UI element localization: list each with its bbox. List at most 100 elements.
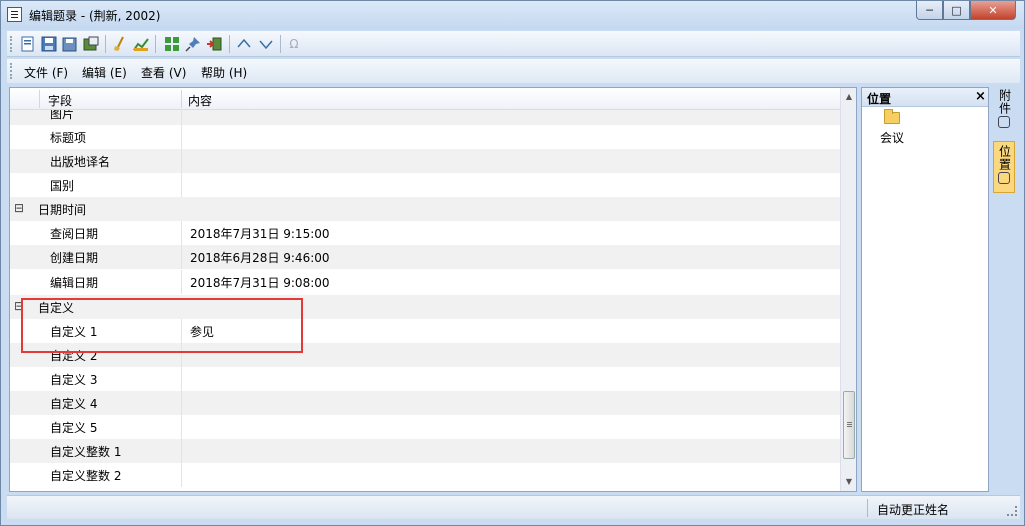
tab-attachments[interactable]: 附件 — [993, 89, 1015, 139]
field-value[interactable]: 2018年7月31日 9:15:00 — [190, 225, 330, 242]
toolbar-separator — [280, 35, 281, 53]
tab-location[interactable]: 位置 — [993, 141, 1015, 193]
group-row-custom[interactable]: ⊟ 自定义 — [10, 295, 840, 319]
table-row[interactable]: 自定义 4 — [10, 391, 840, 415]
panel-close-icon[interactable]: × — [975, 89, 986, 104]
close-button[interactable]: ✕ — [970, 1, 1016, 20]
header-content[interactable]: 内容 — [188, 92, 212, 109]
menu-help[interactable]: 帮助 (H) — [201, 64, 247, 81]
location-panel: 位置 × 会议 — [861, 87, 989, 492]
clear-icon[interactable] — [111, 35, 129, 53]
field-value[interactable]: 2018年7月31日 9:08:00 — [190, 274, 330, 291]
table-row[interactable]: 编辑日期 2018年7月31日 9:08:00 — [10, 270, 840, 294]
minimize-button[interactable]: ─ — [916, 1, 943, 20]
attachment-icon — [998, 116, 1010, 128]
vertical-scrollbar[interactable]: ▲ ▼ — [840, 88, 856, 491]
folder-icon[interactable] — [884, 109, 900, 124]
table-row[interactable]: 自定义整数 1 — [10, 439, 840, 463]
column-divider — [181, 319, 182, 343]
menu-grip[interactable] — [10, 63, 13, 79]
field-name: 图片 — [50, 110, 75, 121]
table-row[interactable]: 自定义 1 参见 — [10, 319, 840, 343]
table-row[interactable]: 自定义 3 — [10, 367, 840, 391]
column-divider — [181, 125, 182, 149]
header-field[interactable]: 字段 — [48, 92, 72, 109]
column-divider — [181, 463, 182, 487]
field-name: 标题项 — [50, 131, 87, 145]
menu-view[interactable]: 查看 (V) — [141, 64, 186, 81]
field-name: 自定义整数 1 — [50, 445, 122, 459]
field-name: 创建日期 — [50, 251, 99, 265]
export-icon[interactable] — [82, 35, 100, 53]
resize-grip[interactable] — [1007, 506, 1017, 516]
header-divider[interactable] — [181, 90, 182, 108]
scroll-thumb[interactable] — [843, 391, 855, 459]
status-divider — [867, 499, 868, 517]
column-divider — [181, 245, 182, 269]
grid-icon[interactable] — [163, 35, 181, 53]
table-row[interactable]: 创建日期 2018年6月28日 9:46:00 — [10, 245, 840, 269]
tree-item[interactable]: 会议 — [880, 129, 904, 146]
group-label: 自定义 — [38, 301, 75, 315]
editor-window: 编辑题录 - (荆新, 2002) ─ □ ✕ Ω 文件 (F) 编辑 (E) … — [0, 0, 1025, 526]
column-divider — [181, 149, 182, 173]
toolbar-separator — [155, 35, 156, 53]
tab-label: 位置 — [997, 145, 1012, 171]
column-divider — [181, 391, 182, 415]
list-icon — [7, 7, 22, 22]
menu-bar: 文件 (F) 编辑 (E) 查看 (V) 帮助 (H) — [7, 59, 1020, 83]
field-value[interactable]: 参见 — [190, 323, 214, 340]
column-divider — [181, 173, 182, 197]
new-record-icon[interactable] — [19, 35, 37, 53]
table-row[interactable]: 图片 — [10, 110, 840, 125]
grid-header: 字段 内容 — [10, 88, 840, 110]
menu-edit[interactable]: 编辑 (E) — [82, 64, 127, 81]
field-name: 出版地译名 — [50, 155, 111, 169]
field-name: 自定义 2 — [50, 349, 98, 363]
toolbar-separator — [229, 35, 230, 53]
maximize-button[interactable]: □ — [943, 1, 970, 20]
save-icon[interactable] — [40, 35, 58, 53]
column-divider — [181, 439, 182, 463]
omega-icon[interactable]: Ω — [285, 35, 303, 53]
panel-header: 位置 × — [862, 88, 988, 107]
field-name: 自定义 3 — [50, 373, 98, 387]
scroll-up-icon[interactable]: ▲ — [844, 92, 854, 102]
field-name: 查阅日期 — [50, 227, 99, 241]
grid-rows: 图片 标题项 出版地译名 国别 ⊟ 日期时间 查阅日期 2018年7月31日 9… — [10, 110, 840, 491]
import-icon[interactable] — [205, 35, 223, 53]
window-title: 编辑题录 - (荆新, 2002) — [29, 9, 161, 23]
field-value[interactable]: 2018年6月28日 9:46:00 — [190, 249, 330, 266]
toolbar-grip[interactable] — [10, 36, 13, 52]
chart-icon[interactable] — [132, 35, 150, 53]
collapse-icon[interactable]: ⊟ — [14, 300, 24, 312]
move-up-icon[interactable] — [235, 35, 253, 53]
table-row[interactable]: 标题项 — [10, 125, 840, 149]
table-row[interactable]: 自定义 2 — [10, 343, 840, 367]
field-name: 自定义 5 — [50, 421, 98, 435]
field-name: 自定义 1 — [50, 325, 98, 339]
group-row-datetime[interactable]: ⊟ 日期时间 — [10, 197, 840, 221]
save-as-icon[interactable] — [61, 35, 79, 53]
column-divider — [181, 110, 182, 125]
table-row[interactable]: 查阅日期 2018年7月31日 9:15:00 — [10, 221, 840, 245]
column-divider — [181, 343, 182, 367]
collapse-icon[interactable]: ⊟ — [14, 202, 24, 214]
scroll-down-icon[interactable]: ▼ — [844, 477, 854, 487]
table-row[interactable]: 自定义 5 — [10, 415, 840, 439]
column-divider — [181, 367, 182, 391]
tab-label: 附件 — [997, 89, 1012, 115]
menu-file[interactable]: 文件 (F) — [24, 64, 68, 81]
column-divider — [181, 221, 182, 245]
status-bar: 自动更正姓名 — [7, 495, 1020, 519]
column-divider — [181, 270, 182, 294]
table-row[interactable]: 国别 — [10, 173, 840, 197]
group-label: 日期时间 — [38, 203, 87, 217]
move-down-icon[interactable] — [257, 35, 275, 53]
field-name: 编辑日期 — [50, 276, 99, 290]
pin-icon[interactable] — [184, 35, 202, 53]
table-row[interactable]: 出版地译名 — [10, 149, 840, 173]
title-bar: 编辑题录 - (荆新, 2002) ─ □ ✕ — [1, 1, 1024, 29]
location-icon — [998, 172, 1010, 184]
table-row[interactable]: 自定义整数 2 — [10, 463, 840, 487]
